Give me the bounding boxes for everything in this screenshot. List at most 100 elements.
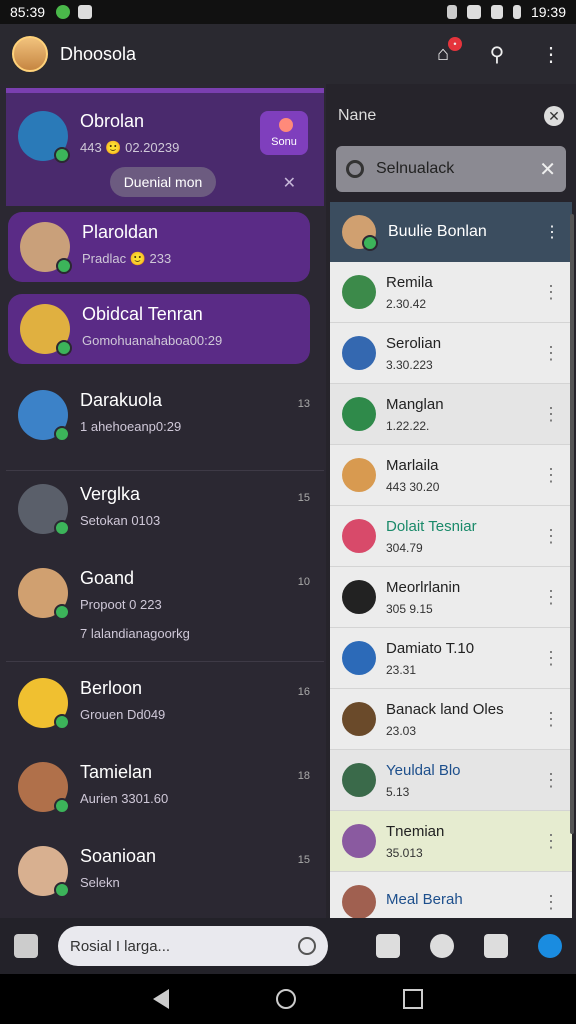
contact-name: Marlaila [386, 456, 439, 474]
contact-picker-pane: Nane ✕ Selnualack ✕ Buulie Bonlan ⋮ Remi… [326, 84, 576, 918]
more-vert-icon: ⋮ [541, 43, 561, 66]
more-vert-icon[interactable]: ⋮ [542, 709, 560, 730]
pinned-chat-card[interactable]: Obrolan 443 🙂 02.20239 Sonu Duenial mon … [6, 88, 324, 206]
chat-item[interactable]: Obidcal Tenran Gomohuanahaboa00:29 [8, 294, 310, 364]
recents-icon[interactable] [402, 989, 423, 1009]
contact-row[interactable]: Tnemian 35.013 ⋮ [330, 811, 572, 872]
notification-badge: • [448, 37, 462, 51]
accessibility-icon[interactable] [538, 934, 562, 958]
more-vert-icon[interactable]: ⋮ [542, 831, 560, 852]
close-picker-button[interactable]: ✕ [544, 106, 564, 126]
avatar [18, 762, 70, 814]
more-vert-icon[interactable]: ⋮ [542, 770, 560, 791]
more-vert-icon[interactable]: ⋮ [542, 648, 560, 669]
chat-item[interactable]: Tamielan Aurien 3301.60 18 [6, 752, 324, 822]
profile-avatar[interactable] [12, 36, 48, 72]
more-vert-icon[interactable]: ⋮ [542, 404, 560, 425]
contact-row[interactable]: Dolait Tesniar 304.79 ⋮ [330, 506, 572, 567]
picker-title: Nane [338, 107, 377, 124]
clear-search-icon[interactable]: ✕ [539, 157, 556, 182]
avatar [342, 336, 376, 370]
contact-sub: 2.30.42 [386, 296, 427, 311]
status-bar: 85:39 19:39 [0, 0, 576, 24]
contact-sub: 23.03 [386, 723, 417, 738]
chat-list-pane: Obrolan 443 🙂 02.20239 Sonu Duenial mon … [0, 84, 326, 918]
contact-sub: 304.79 [386, 540, 423, 555]
search-icon [346, 160, 364, 178]
app-bar: Dhoosola ⌂ • ⚲ ⋮ [0, 24, 576, 84]
contact-row[interactable]: Banack land Oles 23.03 ⋮ [330, 689, 572, 750]
chat-item[interactable]: Berloon Grouen Dd049 16 [6, 668, 324, 738]
contact-name: Yeuldal Blo [386, 761, 461, 779]
contact-row[interactable]: Marlaila 443 30.20 ⋮ [330, 445, 572, 506]
contact-sub: 3.30.223 [386, 357, 433, 372]
back-icon[interactable] [153, 989, 170, 1009]
attach-icon[interactable] [14, 934, 38, 958]
chat-item[interactable]: Verglka Setokan 0103 15 [6, 474, 324, 544]
contact-row[interactable]: Meal Berah ⋮ [330, 872, 572, 918]
search-button[interactable]: ⚲ [484, 41, 510, 67]
contact-name: Meorlrlanin [386, 578, 461, 596]
contact-sub: 305 9.15 [386, 601, 433, 616]
contacts-icon[interactable] [430, 934, 454, 958]
contact-sub: 443 30.20 [386, 479, 440, 494]
message-input[interactable]: Rosial I larga... [58, 926, 328, 966]
contact-row[interactable]: Damiato T.10 23.31 ⋮ [330, 628, 572, 689]
more-vert-icon[interactable]: ⋮ [542, 892, 560, 913]
contact-name: Serolian [386, 334, 442, 352]
clock-icon[interactable] [298, 937, 316, 955]
chat-preview-extra: 7 lalandianagoorkg [80, 626, 190, 641]
chat-item[interactable]: Soanioan Selekn 15 [6, 836, 324, 906]
contact-row[interactable]: Meorlrlanin 305 9.15 ⋮ [330, 567, 572, 628]
status-time-left: 85:39 [10, 4, 46, 20]
edit-icon[interactable] [484, 934, 508, 958]
bottom-bar: Rosial I larga... [0, 918, 576, 974]
chat-preview: Propoot 0 223 [80, 597, 162, 612]
chat-item[interactable]: Goand Propoot 0 223 7 lalandianagoorkg 1… [6, 558, 324, 651]
contact-row[interactable]: Serolian 3.30.223 ⋮ [330, 323, 572, 384]
contact-sub: 35.013 [386, 845, 423, 860]
more-vert-icon[interactable]: ⋮ [542, 282, 560, 303]
chat-name: Tamielan [80, 762, 153, 782]
avatar [342, 397, 376, 431]
contact-search-input[interactable]: Selnualack ✕ [336, 146, 566, 192]
avatar [342, 824, 376, 858]
chat-preview: Grouen Dd049 [80, 707, 166, 722]
chat-name: Berloon [80, 678, 143, 698]
avatar [342, 641, 376, 675]
contact-sub: 23.31 [386, 662, 417, 677]
wifi-icon [466, 5, 481, 19]
more-vert-icon[interactable]: ⋮ [544, 222, 560, 242]
battery-icon [512, 5, 521, 19]
avatar [342, 885, 376, 918]
home-icon[interactable] [275, 989, 296, 1009]
divider [6, 470, 324, 471]
avatar [342, 519, 376, 553]
contact-sub: 1.22.22. [386, 418, 430, 433]
chat-item[interactable]: Darakuola 1 ahehoeanp0:29 13 [6, 380, 324, 450]
contact-row[interactable]: Remila 2.30.42 ⋮ [330, 262, 572, 323]
contact-row[interactable]: Manglan 1.22.22. ⋮ [330, 384, 572, 445]
notifications-button[interactable]: ⌂ • [430, 37, 462, 67]
contact-name: Tnemian [386, 822, 445, 840]
selected-contact-header[interactable]: Buulie Bonlan ⋮ [330, 202, 572, 262]
more-options-button[interactable]: ⋮ [538, 41, 564, 67]
pinned-tag[interactable]: Sonu [260, 111, 308, 155]
avatar [18, 484, 70, 536]
search-value: Selnualack [376, 160, 455, 177]
chat-item[interactable]: Plaroldan Pradlac 🙂 233 [8, 212, 310, 282]
more-vert-icon[interactable]: ⋮ [542, 587, 560, 608]
contact-row[interactable]: Yeuldal Blo 5.13 ⋮ [330, 750, 572, 811]
message-placeholder: Rosial I larga... [70, 937, 171, 955]
chat-preview: Setokan 0103 [80, 513, 161, 528]
more-vert-icon[interactable]: ⋮ [542, 465, 560, 486]
chat-preview: Gomohuanahaboa00:29 [82, 333, 223, 348]
scrollbar[interactable] [570, 214, 574, 834]
sticker-icon[interactable] [376, 934, 400, 958]
more-vert-icon[interactable]: ⋮ [542, 526, 560, 547]
pinned-pill-button[interactable]: Duenial mon [110, 167, 216, 197]
app-title: Dhoosola [60, 43, 137, 64]
more-vert-icon[interactable]: ⋮ [542, 343, 560, 364]
selected-contact-name: Buulie Bonlan [388, 223, 487, 240]
close-icon[interactable]: ✕ [283, 173, 296, 193]
